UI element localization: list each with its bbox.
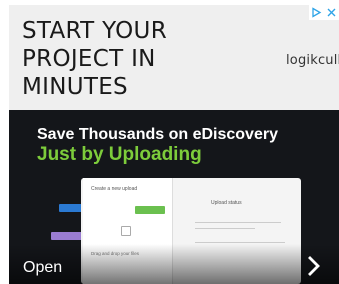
ad-header[interactable]: START YOUR PROJECT IN MINUTES logikcull: [9, 5, 339, 110]
adchoices-icon[interactable]: [309, 5, 324, 20]
mockup-line: [195, 242, 285, 243]
mockup-panel-title: Upload status: [211, 200, 242, 206]
brand-logo[interactable]: logikcull: [286, 53, 339, 68]
headline-line: START YOUR: [22, 18, 167, 44]
promo-image[interactable]: Save Thousands on eDiscovery Just by Upl…: [9, 110, 339, 284]
mockup-green-button: [135, 206, 165, 214]
mockup-line: [195, 222, 281, 223]
ad-card[interactable]: START YOUR PROJECT IN MINUTES logikcull …: [9, 5, 339, 284]
chevron-right-icon: [308, 256, 320, 276]
close-icon[interactable]: [324, 5, 339, 20]
open-button[interactable]: [299, 251, 329, 281]
headline-line: MINUTES: [22, 74, 128, 100]
ad-headline[interactable]: START YOUR PROJECT IN MINUTES: [22, 17, 252, 101]
headline-line: PROJECT IN: [22, 46, 156, 72]
mockup-line: [195, 228, 255, 229]
upload-icon: [121, 226, 131, 236]
open-label[interactable]: Open: [23, 259, 62, 277]
ad-controls: [309, 5, 339, 20]
promo-subtitle: Just by Uploading: [37, 144, 202, 165]
mockup-dialog-title: Create a new upload: [91, 186, 138, 192]
promo-title: Save Thousands on eDiscovery: [37, 126, 278, 143]
